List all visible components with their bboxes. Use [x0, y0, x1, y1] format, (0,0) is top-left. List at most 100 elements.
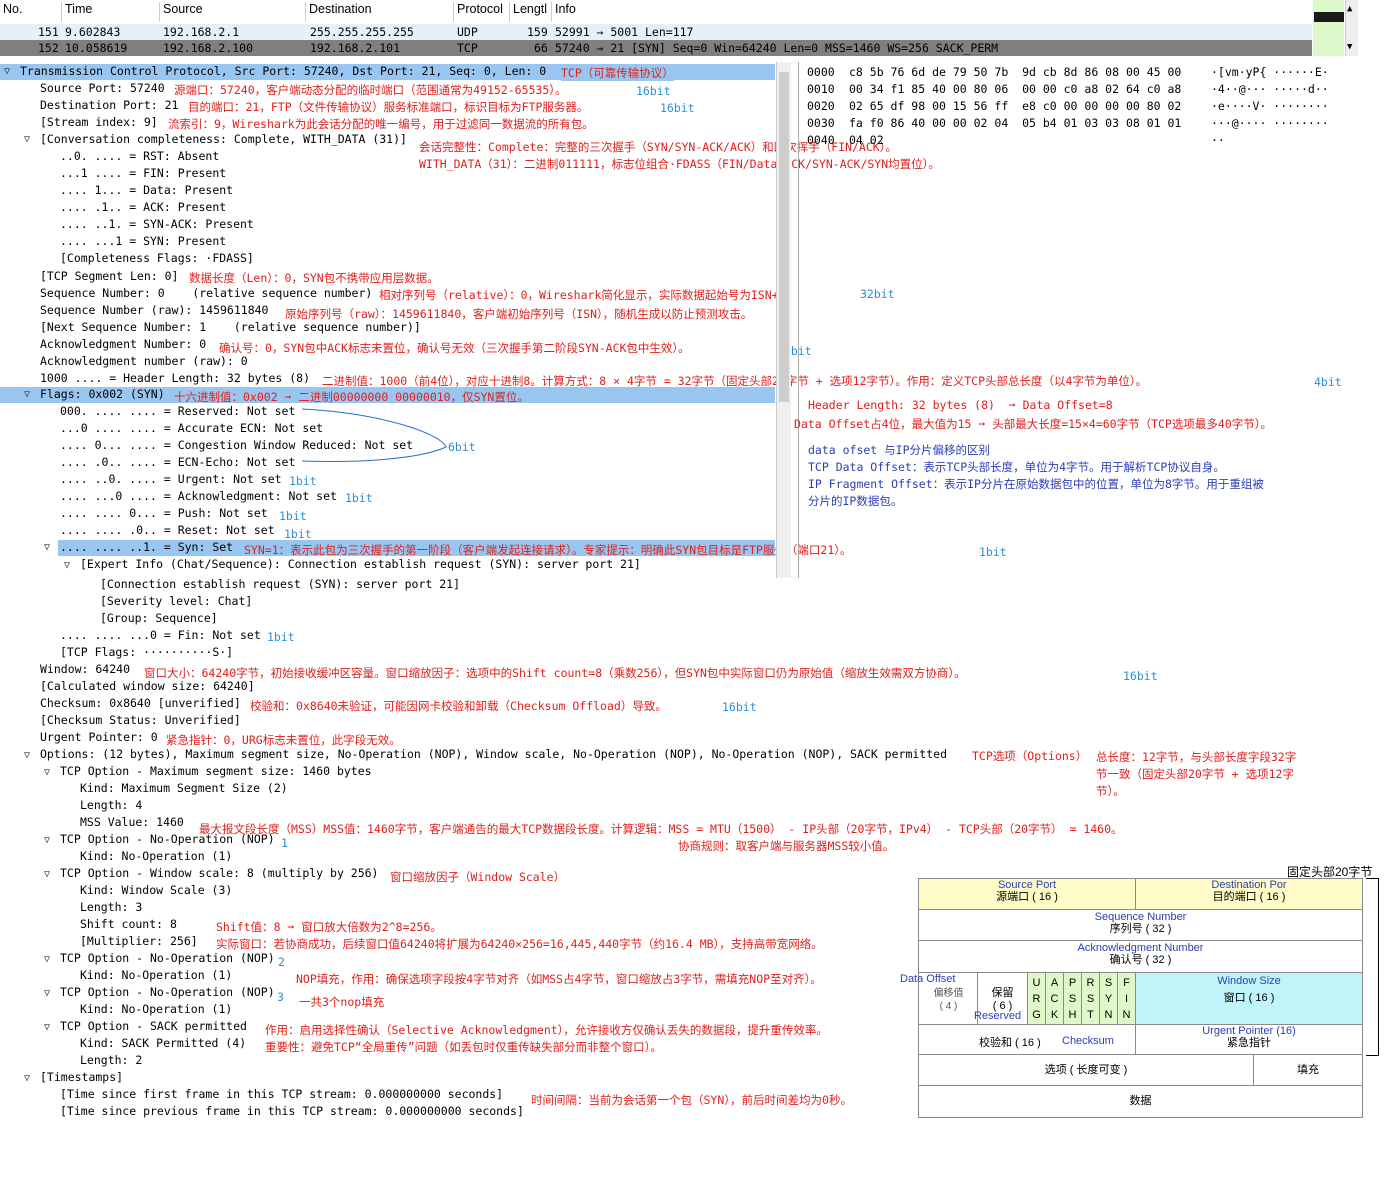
tree-line[interactable]: Length: 2: [80, 1052, 142, 1069]
packet-row-selected[interactable]: 152 10.058619 192.168.2.100 192.168.2.10…: [0, 40, 1312, 56]
tree-line[interactable]: Length: 4: [80, 797, 142, 814]
collapse-icon[interactable]: ▽: [24, 389, 30, 400]
tree-line[interactable]: Flags: 0x002 (SYN): [40, 386, 165, 403]
tree-line[interactable]: [TCP Flags: ··········S·]: [60, 644, 233, 661]
tree-line[interactable]: .... ..0. .... = Urgent: Not set: [60, 471, 282, 488]
collapse-icon[interactable]: ▽: [44, 954, 50, 965]
tree-line[interactable]: [TCP Segment Len: 0]: [40, 268, 178, 285]
tree-line[interactable]: TCP Option - SACK permitted: [60, 1018, 247, 1035]
packet-list-scrollbar[interactable]: ▲ ▼: [1345, 0, 1358, 56]
collapse-icon[interactable]: ▽: [44, 988, 50, 999]
collapse-icon[interactable]: ▽: [64, 560, 70, 571]
tree-line[interactable]: Source Port: 57240: [40, 80, 165, 97]
collapse-icon[interactable]: ▽: [4, 66, 10, 77]
tree-line[interactable]: Kind: SACK Permitted (4): [80, 1035, 246, 1052]
tree-line[interactable]: .... .... 0... = Push: Not set: [60, 505, 268, 522]
collapse-icon[interactable]: ▽: [24, 750, 30, 761]
tree-line[interactable]: Transmission Control Protocol, Src Port:…: [20, 63, 546, 80]
tree-line[interactable]: .... .... ...0 = Fin: Not set: [60, 627, 261, 644]
scroll-up-icon[interactable]: ▲: [1347, 4, 1352, 14]
tree-line[interactable]: [Next Sequence Number: 1 (relative seque…: [40, 319, 421, 336]
tree-line[interactable]: Acknowledgment Number: 0: [40, 336, 206, 353]
tree-line[interactable]: Shift count: 8: [80, 916, 177, 933]
tree-line[interactable]: Kind: No-Operation (1): [80, 967, 232, 984]
tree-line[interactable]: TCP Option - Maximum segment size: 1460 …: [60, 763, 372, 780]
tree-line[interactable]: 1000 .... = Header Length: 32 bytes (8): [40, 370, 310, 387]
col-time-header[interactable]: Time: [62, 2, 160, 22]
tree-line[interactable]: [Timestamps]: [40, 1069, 123, 1086]
collapse-icon[interactable]: ▽: [24, 1073, 30, 1084]
row-protocol: TCP: [457, 41, 478, 55]
packet-minimap[interactable]: [1313, 0, 1344, 56]
col-source-header[interactable]: Source: [160, 2, 306, 22]
tree-line[interactable]: Urgent Pointer: 0: [40, 729, 158, 746]
tree-line[interactable]: Length: 3: [80, 899, 142, 916]
tree-line[interactable]: .... .0.. .... = ECN-Echo: Not set: [60, 454, 295, 471]
tree-line[interactable]: Acknowledgment number (raw): 0: [40, 353, 248, 370]
tree-line[interactable]: 000. .... .... = Reserved: Not set: [60, 403, 295, 420]
hex-ascii[interactable]: ·[vm·yP{ ······E·: [1211, 64, 1329, 81]
tree-line[interactable]: Kind: No-Operation (1): [80, 1001, 232, 1018]
tree-line[interactable]: [Group: Sequence]: [100, 610, 218, 627]
tree-line[interactable]: [Multiplier: 256]: [80, 933, 198, 950]
scroll-down-icon[interactable]: ▼: [1347, 42, 1352, 52]
hex-bytes[interactable]: 00 34 f1 85 40 00 80 06 00 00 c0 a8 02 6…: [849, 81, 1181, 98]
tree-line[interactable]: .... .... .0.. = Reset: Not set: [60, 522, 275, 539]
collapse-icon[interactable]: ▽: [24, 134, 30, 145]
hex-bytes[interactable]: 02 65 df 98 00 15 56 ff e8 c0 00 00 00 0…: [849, 98, 1181, 115]
hex-bytes[interactable]: fa f0 86 40 00 00 02 04 05 b4 01 03 03 0…: [849, 115, 1181, 132]
tree-line[interactable]: Sequence Number: 0 (relative sequence nu…: [40, 285, 372, 302]
collapse-icon[interactable]: ▽: [44, 835, 50, 846]
col-length-header[interactable]: Lengtl: [510, 2, 552, 22]
tree-line[interactable]: Options: (12 bytes), Maximum segment siz…: [40, 746, 947, 763]
tree-line[interactable]: [Stream index: 9]: [40, 114, 158, 131]
hex-ascii[interactable]: ·4··@··· ·····d··: [1211, 81, 1329, 98]
tree-line[interactable]: [Time since previous frame in this TCP s…: [60, 1103, 524, 1120]
tree-line[interactable]: [Calculated window size: 64240]: [40, 678, 255, 695]
hex-bytes[interactable]: 04 02: [849, 132, 884, 149]
tree-line[interactable]: .... .... ..1. = Syn: Set: [60, 539, 233, 556]
scroll-thumb[interactable]: [779, 72, 789, 402]
col-no-header[interactable]: No.: [0, 2, 62, 22]
tree-line[interactable]: [Conversation completeness: Complete, WI…: [40, 131, 407, 148]
tree-line[interactable]: ..0. .... = RST: Absent: [60, 148, 219, 165]
tree-line[interactable]: Checksum: 0x8640 [unverified]: [40, 695, 241, 712]
tree-line[interactable]: .... ...0 .... = Acknowledgment: Not set: [60, 488, 337, 505]
hex-bytes[interactable]: c8 5b 76 6d de 79 50 7b 9d cb 8d 86 08 0…: [849, 64, 1181, 81]
collapse-icon[interactable]: ▽: [44, 1022, 50, 1033]
tree-line[interactable]: Kind: No-Operation (1): [80, 848, 232, 865]
tree-line[interactable]: Sequence Number (raw): 1459611840: [40, 302, 268, 319]
tree-line[interactable]: .... ...1 = SYN: Present: [60, 233, 226, 250]
tree-line[interactable]: [Expert Info (Chat/Sequence): Connection…: [80, 556, 641, 573]
tree-line[interactable]: .... 1... = Data: Present: [60, 182, 233, 199]
tree-line[interactable]: TCP Option - No-Operation (NOP): [60, 984, 275, 1001]
tree-line[interactable]: .... .1.. = ACK: Present: [60, 199, 226, 216]
tree-line[interactable]: Kind: Maximum Segment Size (2): [80, 780, 288, 797]
hex-ascii[interactable]: ···@···· ········: [1211, 115, 1329, 132]
tree-line[interactable]: [Checksum Status: Unverified]: [40, 712, 241, 729]
tree-line[interactable]: TCP Option - No-Operation (NOP): [60, 950, 275, 967]
tree-line[interactable]: ...1 .... = FIN: Present: [60, 165, 226, 182]
details-scrollbar[interactable]: [776, 62, 791, 578]
tree-line[interactable]: TCP Option - Window scale: 8 (multiply b…: [60, 865, 379, 882]
tree-line[interactable]: MSS Value: 1460: [80, 814, 184, 831]
hex-ascii[interactable]: ··: [1211, 132, 1225, 149]
tree-line[interactable]: TCP Option - No-Operation (NOP): [60, 831, 275, 848]
tree-line[interactable]: [Connection establish request (SYN): ser…: [100, 576, 460, 593]
hex-ascii[interactable]: ·e····V· ········: [1211, 98, 1329, 115]
tree-line[interactable]: Kind: Window Scale (3): [80, 882, 232, 899]
collapse-icon[interactable]: ▽: [44, 869, 50, 880]
tree-line[interactable]: ...0 .... .... = Accurate ECN: Not set: [60, 420, 323, 437]
tree-line[interactable]: Destination Port: 21: [40, 97, 178, 114]
packet-row[interactable]: 151 9.602843 192.168.2.1 255.255.255.255…: [0, 24, 1312, 40]
tree-line[interactable]: Window: 64240: [40, 661, 130, 678]
collapse-icon[interactable]: ▽: [44, 542, 50, 553]
col-destination-header[interactable]: Destination: [306, 2, 454, 22]
tree-line[interactable]: [Time since first frame in this TCP stre…: [60, 1086, 503, 1103]
tree-line[interactable]: [Severity level: Chat]: [100, 593, 252, 610]
tree-line[interactable]: .... ..1. = SYN-ACK: Present: [60, 216, 254, 233]
tree-line[interactable]: [Completeness Flags: ·FDASS]: [60, 250, 254, 267]
collapse-icon[interactable]: ▽: [44, 767, 50, 778]
col-protocol-header[interactable]: Protocol: [454, 2, 510, 22]
col-info-header[interactable]: Info: [552, 2, 1312, 22]
